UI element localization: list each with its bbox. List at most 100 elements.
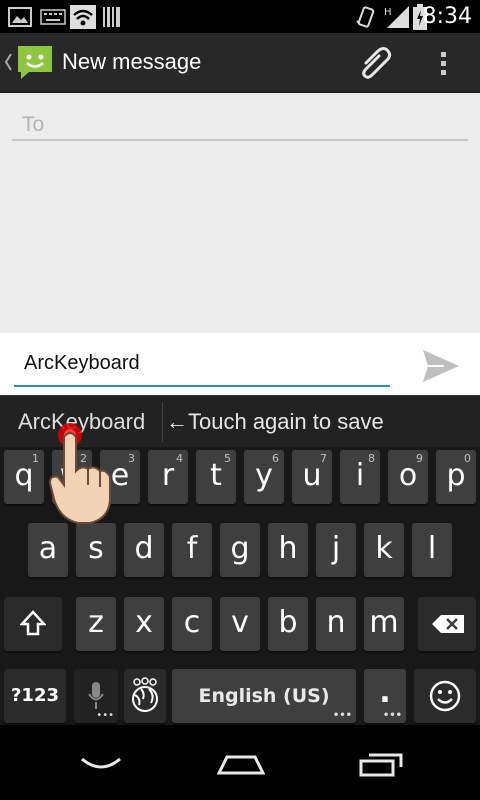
key-label: x bbox=[135, 605, 153, 640]
period-key[interactable]: . ••• bbox=[364, 669, 406, 723]
key-hint-number: 3 bbox=[128, 452, 135, 465]
home-button[interactable] bbox=[210, 745, 272, 781]
send-icon bbox=[423, 350, 459, 382]
attach-button[interactable] bbox=[350, 41, 400, 85]
key-label: c bbox=[183, 605, 201, 640]
key-y[interactable]: 6y bbox=[244, 450, 284, 504]
key-hint-number: 7 bbox=[320, 452, 327, 465]
emoji-icon bbox=[429, 680, 461, 712]
space-key-label: English (US) bbox=[198, 685, 330, 707]
backspace-key[interactable] bbox=[418, 597, 476, 651]
space-key[interactable]: English (US) ••• bbox=[172, 669, 356, 723]
key-label: z bbox=[88, 605, 104, 640]
messaging-app-icon bbox=[18, 46, 52, 79]
message-area: To bbox=[0, 93, 480, 333]
key-label: k bbox=[375, 531, 393, 566]
key-k[interactable]: k bbox=[364, 523, 404, 577]
key-label: f bbox=[186, 531, 198, 566]
back-nav-icon bbox=[81, 757, 121, 769]
key-n[interactable]: n bbox=[316, 597, 356, 651]
recents-nav-icon bbox=[359, 753, 403, 777]
key-label: h bbox=[278, 531, 298, 566]
barcode-icon bbox=[103, 7, 120, 27]
key-q[interactable]: 1q bbox=[4, 450, 44, 504]
key-h[interactable]: h bbox=[268, 523, 308, 577]
key-z[interactable]: z bbox=[76, 597, 116, 651]
key-hint-number: 1 bbox=[32, 452, 39, 465]
save-hint: ←Touch again to save bbox=[166, 409, 384, 434]
key-j[interactable]: j bbox=[316, 523, 356, 577]
symbols-key-label: ?123 bbox=[10, 685, 59, 706]
recents-button[interactable] bbox=[350, 745, 412, 781]
more-dots: ••• bbox=[382, 710, 402, 721]
key-hint-number: 6 bbox=[272, 452, 279, 465]
status-bar: H 8:34 bbox=[0, 0, 480, 33]
image-icon bbox=[8, 7, 32, 27]
language-key[interactable] bbox=[124, 669, 166, 723]
key-u[interactable]: 7u bbox=[292, 450, 332, 504]
key-label: n bbox=[326, 605, 346, 640]
home-nav-icon bbox=[217, 755, 265, 775]
key-label: o bbox=[398, 458, 418, 493]
more-dots: ••• bbox=[332, 710, 352, 721]
key-label: y bbox=[255, 458, 273, 493]
up-navigation[interactable] bbox=[0, 33, 58, 92]
suggestion-divider bbox=[162, 402, 163, 442]
key-c[interactable]: c bbox=[172, 597, 212, 651]
key-label: p bbox=[446, 458, 466, 493]
key-v[interactable]: v bbox=[220, 597, 260, 651]
language-globe-icon bbox=[132, 677, 158, 712]
attach-icon bbox=[362, 47, 392, 79]
wifi-icon bbox=[70, 5, 96, 29]
key-label: d bbox=[134, 531, 154, 566]
key-f[interactable]: f bbox=[172, 523, 212, 577]
microphone-key[interactable]: ••• bbox=[74, 669, 118, 723]
key-label: q bbox=[14, 458, 34, 493]
key-label: j bbox=[331, 531, 341, 566]
keyboard: 1q2w3e4r5t6y7u8i9o0p asdfghjkl zxcvbnm ?… bbox=[0, 423, 480, 725]
send-button[interactable] bbox=[412, 341, 468, 387]
key-p[interactable]: 0p bbox=[436, 450, 476, 504]
recipient-placeholder: To bbox=[22, 113, 45, 136]
key-label: r bbox=[161, 458, 175, 493]
key-hint-number: 9 bbox=[416, 452, 423, 465]
signal-icon: H bbox=[384, 6, 409, 28]
key-label: b bbox=[278, 605, 298, 640]
svg-text:H: H bbox=[384, 7, 392, 18]
message-text: ArcKeyboard bbox=[24, 352, 140, 374]
key-m[interactable]: m bbox=[364, 597, 404, 651]
shift-key[interactable] bbox=[4, 597, 62, 651]
more-dots: ••• bbox=[96, 710, 114, 721]
key-d[interactable]: d bbox=[124, 523, 164, 577]
key-hint-number: 5 bbox=[224, 452, 231, 465]
back-button[interactable] bbox=[70, 745, 132, 781]
key-l[interactable]: l bbox=[412, 523, 452, 577]
emoji-key[interactable] bbox=[414, 669, 476, 723]
key-i[interactable]: 8i bbox=[340, 450, 380, 504]
key-x[interactable]: x bbox=[124, 597, 164, 651]
key-b[interactable]: b bbox=[268, 597, 308, 651]
key-o[interactable]: 9o bbox=[388, 450, 428, 504]
key-label: l bbox=[427, 531, 437, 566]
page-title: New message bbox=[62, 49, 202, 74]
key-label: m bbox=[369, 605, 399, 640]
key-t[interactable]: 5t bbox=[196, 450, 236, 504]
message-input[interactable]: ArcKeyboard bbox=[14, 345, 390, 387]
key-s[interactable]: s bbox=[76, 523, 116, 577]
overflow-menu-icon bbox=[441, 52, 446, 75]
period-key-label: . bbox=[379, 675, 391, 710]
key-label: t bbox=[210, 458, 222, 493]
symbols-key[interactable]: ?123 bbox=[4, 669, 66, 723]
key-hint-number: 4 bbox=[176, 452, 183, 465]
action-bar: New message bbox=[0, 33, 480, 93]
microphone-icon bbox=[88, 682, 104, 709]
key-g[interactable]: g bbox=[220, 523, 260, 577]
key-label: u bbox=[302, 458, 322, 493]
vibrate-icon bbox=[356, 6, 375, 28]
key-a[interactable]: a bbox=[28, 523, 68, 577]
keyboard-icon bbox=[40, 9, 66, 25]
chevron-left-icon bbox=[4, 53, 12, 71]
overflow-menu-button[interactable] bbox=[428, 41, 460, 85]
key-r[interactable]: 4r bbox=[148, 450, 188, 504]
recipient-field[interactable]: To bbox=[12, 107, 468, 141]
